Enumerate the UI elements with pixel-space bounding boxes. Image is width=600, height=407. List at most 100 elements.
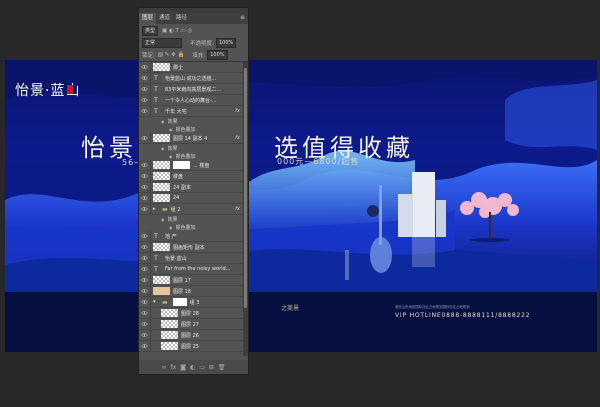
layer-row[interactable]: 图层 14 副本 4 fx [139, 133, 243, 144]
layer-thumbnail[interactable] [153, 276, 170, 284]
layer-name[interactable]: 24 副本 [173, 184, 191, 191]
layer-name[interactable]: 一个令人心动的舞台-... [165, 97, 217, 104]
layer-name[interactable]: 效果 [168, 216, 178, 223]
layer-thumbnail[interactable] [153, 287, 170, 295]
layer-row[interactable]: 图层 27 [139, 319, 243, 330]
eye-visibility-icon[interactable] [139, 160, 151, 170]
layer-name[interactable]: 地 产 [165, 233, 177, 240]
layer-name[interactable]: 效果 [168, 118, 178, 125]
layer-effect-row[interactable]: ◉ 效果 [139, 215, 243, 223]
layer-row[interactable]: 图层 18 [139, 286, 243, 297]
layer-row[interactable]: T Far from the noisy world... [139, 264, 243, 275]
layer-row[interactable]: T 怡景·蓝山 [139, 253, 243, 264]
layer-row[interactable]: 24 [139, 193, 243, 204]
layers-scrollbar-thumb[interactable] [244, 68, 247, 308]
layer-row[interactable]: ▸ ▬ 组 2 fx [139, 204, 243, 215]
layer-name[interactable]: 24 [173, 195, 179, 201]
eye-visibility-icon[interactable] [139, 319, 151, 329]
layer-effect-row[interactable]: ◉ 颜色叠加 [139, 125, 243, 133]
new-group-icon[interactable]: ▭ [199, 364, 205, 371]
eye-visibility-icon[interactable] [139, 106, 151, 116]
filter-icons[interactable]: ▣ ◐ T ▭ ◎ [162, 28, 192, 34]
layer-row[interactable]: 图层 28 [139, 308, 243, 319]
layer-row[interactable]: T 一个令人心动的舞台-... [139, 95, 243, 106]
group-toggle-icon[interactable]: ▾ [153, 299, 159, 305]
layer-effect-row[interactable]: ◉ 效果 [139, 144, 243, 152]
eye-visibility-icon[interactable] [139, 264, 151, 274]
layer-thumbnail[interactable] [153, 183, 170, 191]
fill-input[interactable]: 100% [207, 49, 228, 60]
eye-visibility-icon[interactable] [139, 308, 151, 318]
layer-thumbnail[interactable] [153, 243, 170, 251]
effect-visibility-icon[interactable]: ◉ [169, 225, 173, 230]
eye-visibility-icon[interactable] [139, 73, 151, 83]
layer-name[interactable]: Far from the noisy world... [165, 266, 230, 272]
opacity-input[interactable]: 100% [215, 37, 237, 48]
new-layer-icon[interactable]: ⊞ [209, 364, 214, 371]
layer-row[interactable]: 图画矩形 副本 [139, 242, 243, 253]
effect-visibility-icon[interactable]: ◉ [161, 217, 165, 222]
layer-name[interactable]: 图层 17 [173, 277, 191, 284]
trash-icon[interactable]: 🗑 [218, 364, 226, 371]
layer-name[interactable]: 爵士 [173, 64, 183, 71]
layer-name[interactable]: 图层 25 [181, 343, 199, 350]
layer-thumbnail[interactable] [153, 134, 170, 142]
tab-paths[interactable]: 路径 [173, 13, 190, 24]
layer-name[interactable]: 图层 27 [181, 321, 199, 328]
layer-thumbnail[interactable] [153, 161, 170, 169]
layer-row[interactable]: ... 楼盘 [139, 160, 243, 171]
eye-visibility-icon[interactable] [139, 62, 151, 72]
eye-visibility-icon[interactable] [139, 95, 151, 105]
filter-kind-select[interactable]: 类型 [142, 25, 159, 36]
layer-thumbnail[interactable] [161, 320, 178, 328]
layer-row[interactable]: 图层 26 [139, 330, 243, 341]
layer-row[interactable]: 图层 25 [139, 341, 243, 352]
effect-visibility-icon[interactable]: ◉ [161, 119, 165, 124]
layer-name[interactable]: 图层 28 [181, 310, 199, 317]
layer-thumbnail[interactable] [153, 194, 170, 202]
layer-name[interactable]: 颜色叠加 [176, 224, 196, 231]
group-mask-thumbnail[interactable] [172, 298, 187, 306]
layer-name[interactable]: 图层 26 [181, 332, 199, 339]
layer-thumbnail[interactable] [161, 331, 178, 339]
layer-row[interactable]: T 83平米南向高层景观二... [139, 84, 243, 95]
eye-visibility-icon[interactable] [139, 84, 151, 94]
tab-channels[interactable]: 通道 [156, 13, 173, 24]
layer-mask-thumbnail[interactable] [173, 161, 190, 169]
layer-fx-icon[interactable]: fx [235, 108, 240, 114]
link-layers-icon[interactable]: ∞ [161, 364, 166, 371]
layers-panel[interactable]: 图层 通道 路径 ≡ 类型 ▣ ◐ T ▭ ◎ 正常 不透明度: 100% 锁定… [138, 7, 249, 375]
fx-icon[interactable]: fx [170, 364, 176, 371]
layer-name[interactable]: 组 2 [171, 206, 181, 213]
document-artwork[interactable]: 怡景·蓝山 怡景蓝 选值得收藏 56—1 000元—6800/起售 之美景 湖光… [5, 60, 597, 352]
layer-name[interactable]: 图层 18 [173, 288, 191, 295]
layer-fx-icon[interactable]: fx [235, 135, 240, 141]
effect-visibility-icon[interactable]: ◉ [161, 146, 165, 151]
eye-visibility-icon[interactable] [139, 253, 151, 263]
layer-name[interactable]: 颜色叠加 [176, 126, 196, 133]
panel-menu-icon[interactable]: ≡ [240, 14, 245, 21]
layer-name[interactable]: 楼盘 [173, 173, 183, 180]
layer-name[interactable]: 图画矩形 副本 [173, 244, 205, 251]
eye-visibility-icon[interactable] [139, 341, 151, 351]
layer-row[interactable]: T 怡景蓝山 成功之选值... [139, 73, 243, 84]
eye-visibility-icon[interactable] [139, 171, 151, 181]
eye-visibility-icon[interactable] [139, 275, 151, 285]
layer-row[interactable]: 爵士 [139, 62, 243, 73]
eye-visibility-icon[interactable] [139, 133, 151, 143]
layer-name[interactable]: ... 楼盘 [193, 162, 209, 169]
effect-visibility-icon[interactable]: ◉ [169, 154, 173, 159]
eye-visibility-icon[interactable] [139, 297, 151, 307]
layer-row[interactable]: 24 副本 [139, 182, 243, 193]
layer-thumbnail[interactable] [161, 342, 178, 350]
layer-name[interactable]: 千年 大宅 [165, 108, 187, 115]
layer-fx-icon[interactable]: fx [235, 206, 240, 212]
blend-mode-select[interactable]: 正常 [142, 37, 182, 48]
layer-thumbnail[interactable] [153, 172, 170, 180]
layer-name[interactable]: 怡景·蓝山 [165, 255, 187, 262]
layer-effect-row[interactable]: ◉ 颜色叠加 [139, 152, 243, 160]
layer-thumbnail[interactable] [153, 63, 170, 71]
effect-visibility-icon[interactable]: ◉ [169, 127, 173, 132]
eye-visibility-icon[interactable] [139, 193, 151, 203]
layer-name[interactable]: 效果 [168, 145, 178, 152]
